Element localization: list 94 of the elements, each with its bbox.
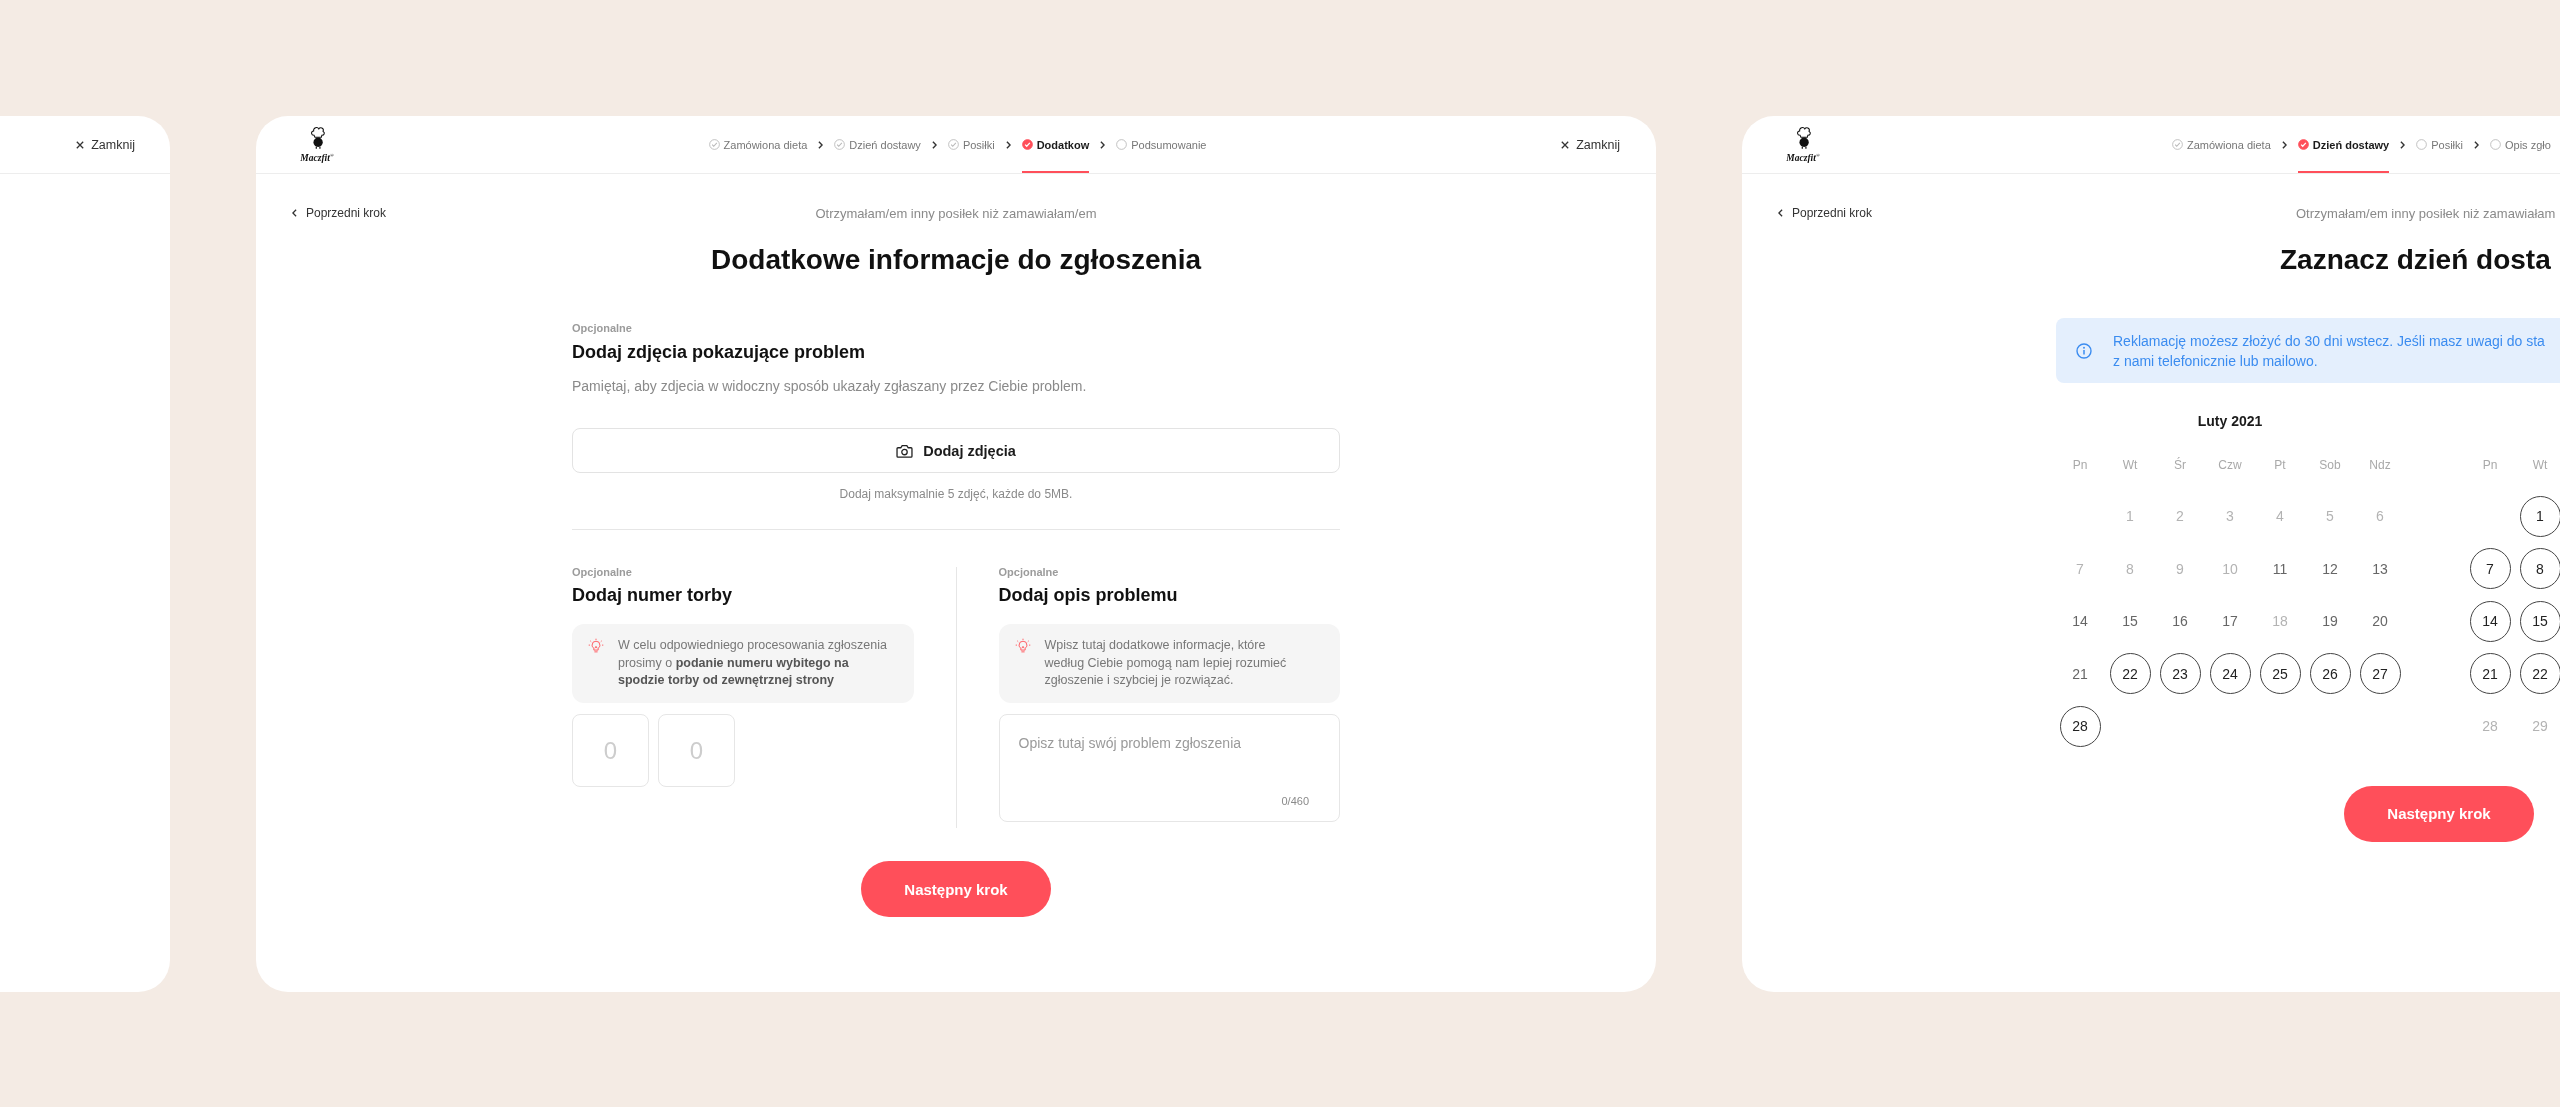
chevron-left-icon: [292, 209, 297, 217]
day-label: 29: [2532, 718, 2548, 735]
weekday-label: Śr: [2174, 458, 2186, 472]
day-label: 10: [2222, 560, 2238, 577]
chevron-right-icon: [1005, 140, 1011, 149]
day-button[interactable]: 24: [2209, 653, 2251, 695]
chevron-right-icon: [2281, 140, 2287, 149]
section-description: Pamiętaj, aby zdjecia w widoczny sposób ukazały zgłaszany przez Ciebie problem.: [572, 377, 1088, 396]
day-button[interactable]: 21: [2469, 653, 2511, 695]
section-heading: Dodaj opis problemu: [998, 584, 1179, 607]
lightbulb-icon: [1014, 638, 1031, 654]
info-text: W celu odpowiedniego procesowania zgłoszenia prosimy o podanie numeru wybitego na spodzie torby od zewnętrznej strony: [618, 637, 888, 689]
day-button[interactable]: 15: [2519, 600, 2560, 642]
weekday-label: Pt: [2274, 458, 2286, 472]
day-label: 13: [2372, 560, 2388, 577]
optional-label: Opcjonalne: [572, 321, 632, 335]
day-button[interactable]: 14: [2469, 600, 2511, 642]
back-link[interactable]: Poprzedni krok: [1778, 206, 1873, 220]
section-heading: Dodaj numer torby: [572, 584, 733, 607]
weekday-label: Pn: [2482, 458, 2498, 472]
day-label: 9: [2176, 560, 2184, 577]
step-tab[interactable]: Dodatkow: [1021, 116, 1090, 173]
day-button[interactable]: 22: [2519, 653, 2560, 695]
day-label: 19: [2322, 613, 2338, 630]
day-label: 5: [2326, 508, 2334, 525]
optional-label: Opcjonalne: [998, 565, 1059, 579]
back-link[interactable]: Poprzedni krok: [292, 206, 387, 220]
character-counter: 0/460: [1281, 795, 1309, 808]
day-label: 4: [2276, 508, 2284, 525]
day-button[interactable]: 7: [2469, 548, 2511, 590]
day-button[interactable]: 1: [2519, 495, 2560, 537]
step-tab[interactable]: Podsumowanie: [1116, 116, 1207, 173]
close-icon: [76, 140, 85, 149]
weekday-label: Wt: [2532, 458, 2548, 472]
day-label: 12: [2322, 560, 2338, 577]
chevron-right-icon: [931, 140, 937, 149]
day-label: 20: [2372, 613, 2388, 630]
weekday-label: Wt: [2122, 458, 2138, 472]
day-button[interactable]: 23: [2159, 653, 2201, 695]
alert-text: Reklamację możesz złożyć do 30 dni wstecz. Jeśli masz uwagi do sta z nami telefonicznie lub mailowo.: [2113, 331, 2545, 371]
lightbulb-icon: [588, 638, 604, 654]
step-tab[interactable]: Posiłki: [2416, 116, 2463, 173]
upload-hint: Dodaj maksymalnie 5 zdjęć, każde do 5MB.: [838, 486, 1074, 502]
chevron-right-icon: [818, 140, 824, 149]
close-icon: [1561, 140, 1570, 149]
day-button[interactable]: 28: [2059, 705, 2101, 747]
subtitle: Otrzymałam/em inny posiłek niż zamawiałam: [2296, 205, 2557, 221]
day-label: 7: [2076, 560, 2084, 577]
weekday-label: Ndz: [2369, 458, 2391, 472]
day-label: 21: [2072, 665, 2088, 682]
month-title: Luty 2021: [2197, 413, 2263, 429]
day-button[interactable]: 27: [2359, 653, 2401, 695]
weekday-label: Sob: [2319, 458, 2341, 472]
add-photos-button[interactable]: Dodaj zdjęcia: [572, 428, 1340, 473]
step-tab[interactable]: Dzień dostawy: [834, 116, 921, 173]
step-tab[interactable]: Opis zgło: [2490, 116, 2551, 173]
weekday-label: Czw: [2218, 458, 2242, 472]
day-label: 16: [2172, 613, 2188, 630]
day-label: 18: [2272, 613, 2288, 630]
day-button[interactable]: 26: [2309, 653, 2351, 695]
logo-text: Maczfit$^{®}$: [300, 151, 334, 165]
day-label: 6: [2376, 508, 2384, 525]
step-tab[interactable]: Dzień dostawy: [2297, 116, 2390, 173]
step-tab[interactable]: Zamówiona dieta: [708, 116, 808, 173]
day-label: 3: [2226, 508, 2234, 525]
day-label: 1: [2126, 508, 2134, 525]
camera-icon: [896, 443, 914, 458]
day-label: 15: [2122, 613, 2138, 630]
day-button[interactable]: 25: [2259, 653, 2301, 695]
step-tab[interactable]: Posiłki: [947, 116, 995, 173]
section-heading: Dodaj zdjęcia pokazujące problem: [572, 341, 867, 363]
chevron-right-icon: [2400, 140, 2406, 149]
day-label: 28: [2482, 718, 2498, 735]
close-button[interactable]: Zamknij: [76, 137, 135, 152]
day-label: 14: [2072, 613, 2088, 630]
chevron-right-icon: [2474, 140, 2479, 149]
day-button[interactable]: 22: [2109, 653, 2151, 695]
day-label: 17: [2222, 613, 2238, 630]
optional-label: Opcjonalne: [572, 565, 632, 579]
subtitle: Otrzymałam/em inny posiłek niż zamawiałam/em: [815, 205, 1097, 221]
weekday-label: Pn: [2072, 458, 2088, 472]
day-button[interactable]: 8: [2519, 548, 2560, 590]
chevron-left-icon: [1778, 209, 1783, 217]
day-label: 11: [2272, 560, 2288, 577]
page-title: Dodatkowe informacje do zgłoszenia: [709, 243, 1203, 277]
info-text: Wpisz tutaj dodatkowe informacje, które według Ciebie pomogą nam lepiej rozumieć zgłoszenie i szybciej je rozwiązać.: [1044, 637, 1288, 689]
day-label: 2: [2176, 508, 2184, 525]
info-icon: [2076, 342, 2092, 359]
logo-text: Maczfit$^{®}$: [1786, 151, 1820, 165]
close-button[interactable]: Zamknij: [1561, 137, 1620, 152]
page-title: Zaznacz dzień dosta: [2280, 243, 2551, 277]
chevron-right-icon: [1100, 140, 1106, 149]
step-tab[interactable]: Zamówiona dieta: [2172, 116, 2271, 173]
day-label: 8: [2126, 560, 2134, 577]
